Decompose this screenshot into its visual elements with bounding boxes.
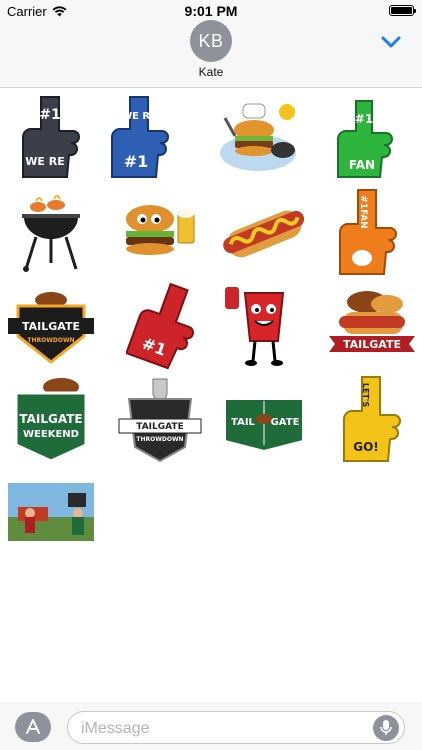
svg-text:TAILGATE: TAILGATE xyxy=(136,422,183,432)
foam-finger-icon: #1 WE RE xyxy=(22,96,80,178)
svg-text:LET'S: LET'S xyxy=(361,383,370,407)
sticker-tailgate-field-sign[interactable]: TAIL GATE xyxy=(218,374,310,466)
app-store-icon xyxy=(26,719,40,734)
sticker-tailgate-throwdown-badge[interactable]: TAILGATE THROWDOWN xyxy=(5,280,97,372)
conversation-header: Carrier 9:01 PM KB Kate xyxy=(0,0,422,88)
clock: 9:01 PM xyxy=(184,3,238,19)
sticker-foam-finger-we-re-1-dark[interactable]: #1 WE RE xyxy=(5,92,97,184)
message-input-bar: iMessage xyxy=(0,702,422,750)
sticker-tailgate-throwdown-trophy-badge[interactable]: TAILGATE THROWDOWN xyxy=(114,374,206,466)
sticker-red-cup-mascot[interactable] xyxy=(218,280,310,372)
foam-finger-icon: #1FAN xyxy=(339,189,397,275)
field-sign-icon: TAIL GATE xyxy=(224,398,304,453)
foam-finger-icon: LET'S GO! xyxy=(343,376,401,462)
svg-text:WEEKEND: WEEKEND xyxy=(23,429,79,440)
foam-finger-icon: WE RE #1 xyxy=(111,96,169,178)
sticker-tailgate-party-photo[interactable] xyxy=(8,483,94,541)
sticker-foam-finger-1-red[interactable]: #1 xyxy=(120,280,212,372)
grill-icon xyxy=(22,195,80,272)
red-cup-icon xyxy=(225,287,285,366)
svg-text:WE RE: WE RE xyxy=(25,155,64,168)
chevron-down-icon[interactable] xyxy=(380,34,402,50)
message-input[interactable]: iMessage xyxy=(67,711,405,744)
message-placeholder: iMessage xyxy=(81,720,150,737)
svg-text:#1: #1 xyxy=(355,112,373,126)
foam-finger-icon: #1 FAN xyxy=(337,100,393,178)
svg-text:FAN: FAN xyxy=(349,158,375,172)
contact-name[interactable]: Kate xyxy=(0,65,422,79)
sticker-hot-dog[interactable] xyxy=(218,187,310,279)
svg-text:TAILGATE: TAILGATE xyxy=(343,338,401,351)
sticker-foam-finger-1-fan-green[interactable]: #1 FAN xyxy=(320,92,412,184)
sticker-burger-grill-chef[interactable] xyxy=(212,92,304,184)
svg-text:GATE: GATE xyxy=(271,417,300,428)
svg-text:TAILGATE: TAILGATE xyxy=(19,412,82,426)
status-bar: Carrier 9:01 PM xyxy=(0,0,422,22)
app-store-button[interactable] xyxy=(15,712,51,742)
microphone-icon xyxy=(380,720,392,735)
sticker-foam-finger-we-re-1-blue[interactable]: WE RE #1 xyxy=(94,92,186,184)
microphone-button[interactable] xyxy=(373,715,399,741)
badge-icon: TAILGATE WEEKEND xyxy=(14,378,88,463)
badge-icon: TAILGATE THROWDOWN xyxy=(8,292,94,364)
sticker-charcoal-grill[interactable] xyxy=(5,187,97,279)
sticker-foam-finger-let-s-go-yellow[interactable]: LET'S GO! xyxy=(326,374,418,466)
battery-icon xyxy=(389,5,416,16)
trophy-badge-icon: TAILGATE THROWDOWN xyxy=(118,378,202,463)
svg-text:#1: #1 xyxy=(124,152,149,171)
svg-text:TAIL: TAIL xyxy=(231,417,256,428)
banner-icon: TAILGATE xyxy=(329,291,415,352)
burger-beer-icon xyxy=(126,205,195,255)
sticker-foam-finger-1-fan-orange[interactable]: #1FAN xyxy=(322,187,414,279)
foam-finger-icon: #1 xyxy=(126,282,195,370)
avatar[interactable]: KB xyxy=(190,20,232,62)
sticker-tailgate-food-banner[interactable]: TAILGATE xyxy=(326,280,418,372)
svg-text:#1FAN: #1FAN xyxy=(358,195,368,228)
svg-text:#1: #1 xyxy=(39,107,60,123)
svg-text:THROWDOWN: THROWDOWN xyxy=(136,436,183,443)
photo-icon xyxy=(8,483,94,541)
hot-dog-icon xyxy=(223,210,305,258)
svg-text:TAILGATE: TAILGATE xyxy=(22,320,80,333)
burger-icon xyxy=(220,103,296,171)
sticker-tailgate-weekend-badge[interactable]: TAILGATE WEEKEND xyxy=(5,374,97,466)
svg-text:GO!: GO! xyxy=(353,440,379,454)
svg-text:THROWDOWN: THROWDOWN xyxy=(27,337,74,344)
svg-text:WE RE: WE RE xyxy=(121,111,157,122)
sticker-burger-with-beer[interactable] xyxy=(112,187,204,279)
